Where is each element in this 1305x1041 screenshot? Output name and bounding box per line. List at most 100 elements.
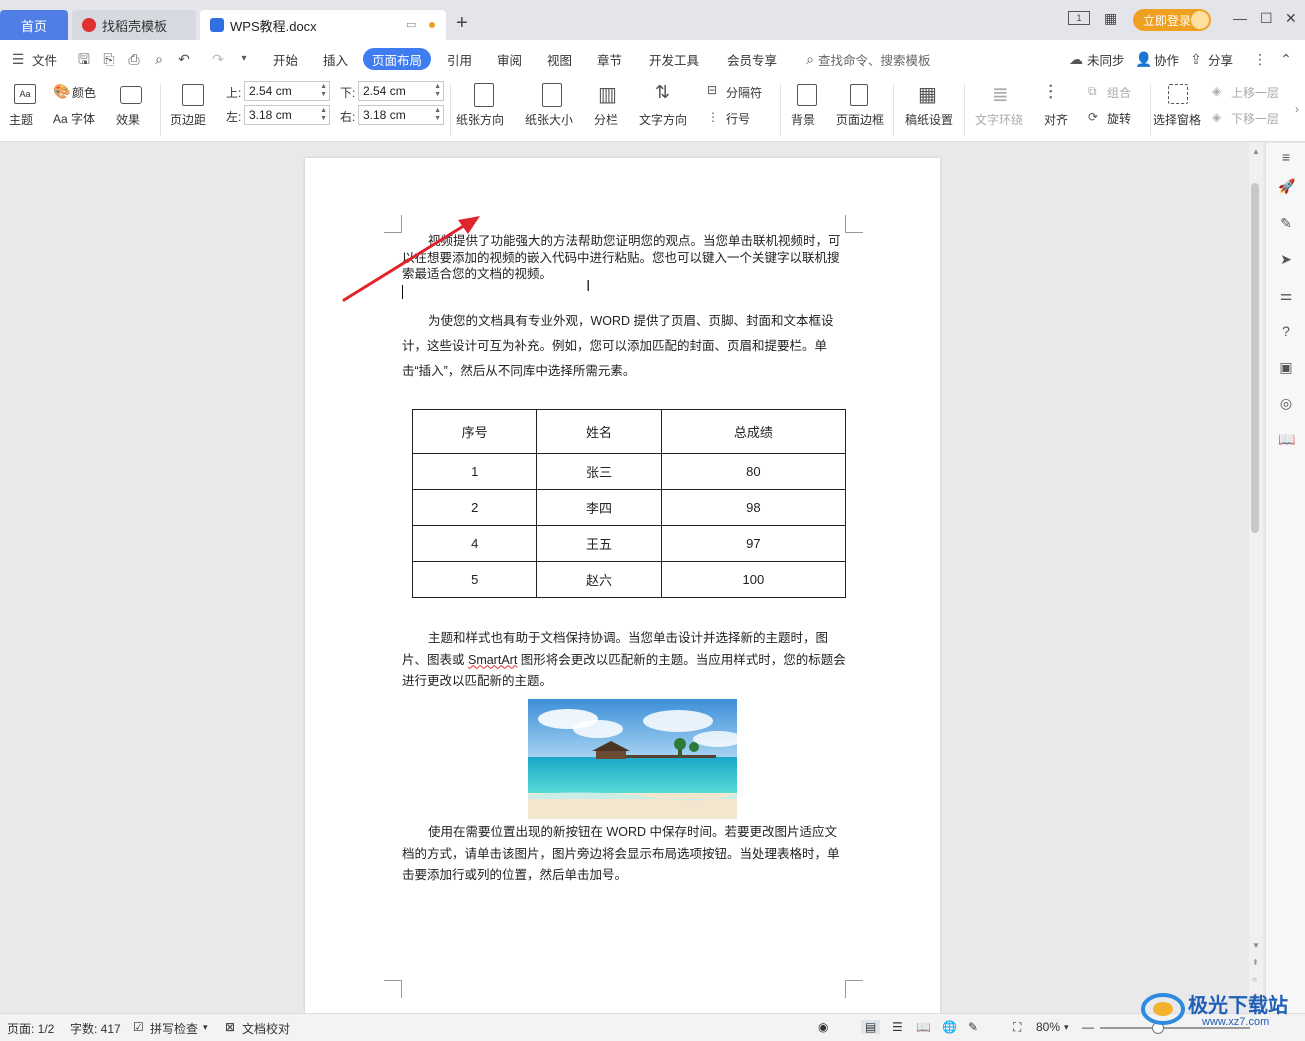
menu-insert[interactable]: 插入 <box>323 50 348 69</box>
table-cell[interactable]: 5 <box>411 561 538 598</box>
beach-photo[interactable] <box>528 699 737 819</box>
spinner-icon[interactable]: ▲ ▼ <box>320 83 327 99</box>
menu-page-layout[interactable]: 页面布局 <box>363 48 431 70</box>
font-button[interactable]: Aa 字体 <box>53 110 95 127</box>
color-button[interactable]: 颜色 <box>72 84 96 101</box>
table-cell[interactable]: 80 <box>660 453 847 490</box>
breaks-button[interactable]: 分隔符 <box>726 84 762 101</box>
write-view-icon[interactable]: ✎ <box>968 1020 978 1034</box>
word-count[interactable]: 字数: 417 <box>70 1020 121 1037</box>
vertical-scrollbar[interactable]: ▲ ▼ ⇞ ○ ⇟ <box>1249 143 1263 1013</box>
paragraph-4[interactable]: 使用在需要位置出现的新按钮在 WORD 中保存时间。若要更改图片适应文档的方式，… <box>402 822 846 887</box>
chevron-down-icon[interactable]: ▾ <box>236 51 252 67</box>
table-cell[interactable]: 4 <box>411 525 538 562</box>
table-cell[interactable]: 2 <box>411 489 538 526</box>
help-icon[interactable]: ? <box>1278 323 1294 339</box>
print-preview-icon[interactable]: ⌕ <box>151 51 167 67</box>
spinner-icon[interactable]: ▲ ▼ <box>434 107 441 123</box>
spinner-icon[interactable]: ▲ ▼ <box>320 107 327 123</box>
menu-file[interactable]: 文件 <box>32 50 57 69</box>
layout-toggle-icon[interactable]: 1 <box>1068 11 1090 25</box>
more-icon[interactable]: ⋮ <box>1252 51 1268 67</box>
menu-references[interactable]: 引用 <box>447 50 472 69</box>
table-cell[interactable]: 1 <box>411 453 538 490</box>
text-direction-button[interactable]: 文字方向 <box>639 111 687 128</box>
score-table[interactable]: 序号 姓名 总成绩 1 张三 80 2 李四 98 4 王五 97 5 赵六 1… <box>411 409 847 598</box>
book-icon[interactable]: 📖 <box>1278 431 1295 447</box>
page-count[interactable]: 页面: 1/2 <box>7 1020 54 1037</box>
new-tab-button[interactable]: + <box>456 12 468 35</box>
left-margin-input[interactable]: 3.18 cm ▲ ▼ <box>244 105 330 125</box>
table-cell[interactable]: 张三 <box>536 453 662 490</box>
scrollbar-thumb[interactable] <box>1251 183 1259 533</box>
redo-icon[interactable]: ↷ <box>210 51 226 67</box>
adjust-icon[interactable]: ⚌ <box>1278 287 1294 303</box>
hamburger-icon[interactable]: ☰ <box>10 51 26 67</box>
rocket-icon[interactable]: 🚀 <box>1278 178 1295 194</box>
paper-size-button[interactable]: 纸张大小 <box>525 111 573 128</box>
menu-home[interactable]: 开始 <box>273 50 298 69</box>
monitor-icon[interactable]: ▭ <box>406 18 416 31</box>
save-icon[interactable]: 🖫 <box>76 51 92 67</box>
compass-icon[interactable]: ◎ <box>1278 395 1294 411</box>
rotate-button[interactable]: 旋转 <box>1107 110 1131 127</box>
table-cell[interactable]: 王五 <box>536 525 662 562</box>
menu-member[interactable]: 会员专享 <box>727 50 777 69</box>
tab-document[interactable]: WPS教程.docx ▭ <box>200 10 446 40</box>
close-icon[interactable]: ✕ <box>1285 10 1297 27</box>
image-icon[interactable]: ▣ <box>1278 359 1294 375</box>
select-browse-icon[interactable]: ○ <box>1252 975 1257 984</box>
command-search[interactable]: 查找命令、搜索模板 <box>818 50 931 69</box>
page-view-icon[interactable]: ▤ <box>861 1020 881 1034</box>
panel-collapse-icon[interactable]: ≡ <box>1278 149 1294 165</box>
maximize-icon[interactable]: ☐ <box>1260 10 1273 27</box>
selection-pane-button[interactable]: 选择窗格 <box>1153 111 1201 128</box>
table-cell[interactable]: 李四 <box>536 489 662 526</box>
menu-chapter[interactable]: 章节 <box>597 50 622 69</box>
collapse-ribbon-icon[interactable]: ⌃ <box>1278 51 1294 67</box>
page-border-button[interactable]: 页面边框 <box>836 111 884 128</box>
undo-icon[interactable]: ↶ <box>176 51 192 67</box>
web-view-icon[interactable]: 🌐 <box>942 1020 957 1034</box>
margins-button[interactable]: 页边距 <box>170 111 206 128</box>
sync-status[interactable]: 未同步 <box>1087 50 1125 69</box>
table-cell[interactable]: 100 <box>660 561 847 598</box>
effect-button[interactable]: 效果 <box>116 111 140 128</box>
reading-view-icon[interactable]: 📖 <box>916 1020 931 1034</box>
spell-check-button[interactable]: 拼写检查 <box>150 1020 198 1037</box>
table-header-cell[interactable]: 序号 <box>411 409 538 454</box>
group-button[interactable]: 组合 <box>1107 84 1131 101</box>
apps-grid-icon[interactable]: ▦ <box>1104 10 1117 27</box>
minimize-icon[interactable]: — <box>1233 10 1247 26</box>
ribbon-scroll-right-icon[interactable]: › <box>1295 102 1299 116</box>
fit-page-icon[interactable]: ⛶ <box>1013 1020 1021 1035</box>
paragraph-2[interactable]: 为使您的文档具有专业外观，WORD 提供了页眉、页脚、封面和文本框设计，这些设计… <box>402 309 846 384</box>
export-pdf-icon[interactable]: ⎘ <box>101 51 117 67</box>
table-cell[interactable]: 赵六 <box>536 561 662 598</box>
line-numbers-button[interactable]: 行号 <box>726 110 750 127</box>
table-header-cell[interactable]: 总成绩 <box>660 409 847 454</box>
eye-protection-icon[interactable]: ◉ <box>818 1020 828 1034</box>
text-wrap-button[interactable]: 文字环绕 <box>975 111 1023 128</box>
paragraph-3[interactable]: 主题和样式也有助于文档保持协调。当您单击设计并选择新的主题时，图片、图表或 Sm… <box>402 628 846 693</box>
table-cell[interactable]: 98 <box>660 489 847 526</box>
columns-button[interactable]: 分栏 <box>594 111 618 128</box>
send-backward-button[interactable]: 下移一层 <box>1231 110 1279 127</box>
tab-template-store[interactable]: 找稻壳模板 <box>72 10 196 40</box>
menu-review[interactable]: 审阅 <box>497 50 522 69</box>
bottom-margin-input[interactable]: 2.54 cm ▲ ▼ <box>358 81 444 101</box>
pen-icon[interactable]: ✎ <box>1278 215 1294 231</box>
scroll-up-icon[interactable]: ▲ <box>1252 147 1260 156</box>
spinner-icon[interactable]: ▲ ▼ <box>434 83 441 99</box>
align-button[interactable]: 对齐 <box>1044 111 1068 128</box>
share-button[interactable]: 分享 <box>1208 50 1233 69</box>
manuscript-button[interactable]: 稿纸设置 <box>905 111 953 128</box>
zoom-level[interactable]: 80% <box>1036 1020 1060 1034</box>
chevron-down-icon[interactable]: ▾ <box>1064 1022 1069 1033</box>
tab-home[interactable]: 首页 <box>0 10 68 40</box>
cursor-select-icon[interactable]: ➤ <box>1278 251 1294 267</box>
bring-forward-button[interactable]: 上移一层 <box>1231 84 1279 101</box>
prev-page-icon[interactable]: ⇞ <box>1252 958 1259 967</box>
collab-button[interactable]: 协作 <box>1154 50 1179 69</box>
top-margin-input[interactable]: 2.54 cm ▲ ▼ <box>244 81 330 101</box>
